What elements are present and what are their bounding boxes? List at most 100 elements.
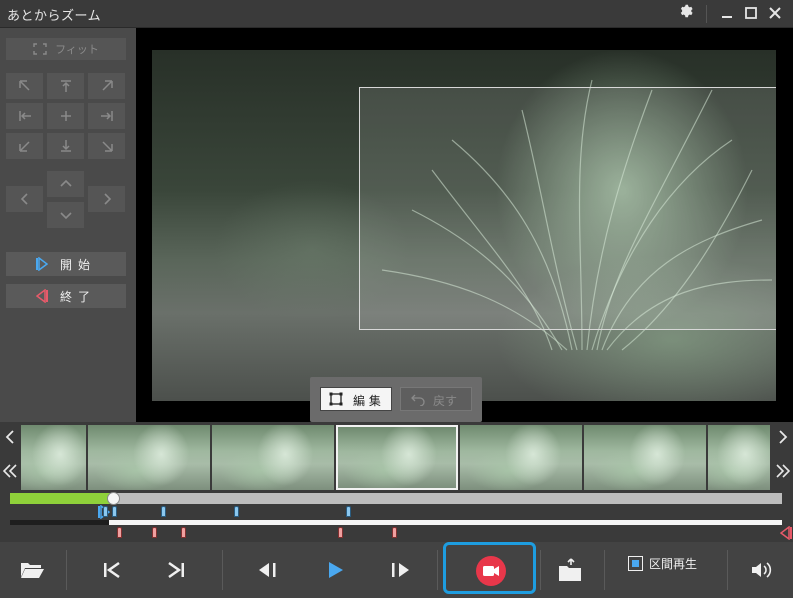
keyframe-marker-red[interactable] xyxy=(392,527,397,538)
align-bottom-left-icon xyxy=(18,141,30,152)
previous-frame-icon xyxy=(259,563,276,577)
filmstrip-thumbnail[interactable] xyxy=(21,425,86,490)
chevron-left-icon xyxy=(20,193,28,205)
filmstrip-thumbnail[interactable] xyxy=(212,425,334,490)
volume-icon xyxy=(752,562,772,578)
chevron-down-icon xyxy=(59,212,72,220)
previous-frame-button[interactable] xyxy=(250,552,286,588)
zoom-control-panel: フィット 開始 終了 xyxy=(0,28,136,422)
align-left-button[interactable] xyxy=(6,103,43,129)
skip-to-start-button[interactable] xyxy=(94,552,130,588)
keyframe-marker-red[interactable] xyxy=(338,527,343,538)
export-button[interactable] xyxy=(552,552,588,588)
end-point-icon[interactable] xyxy=(780,526,792,540)
bottom-toolbar: 区間再生 xyxy=(0,542,793,598)
end-button[interactable]: 終了 xyxy=(6,284,126,308)
zoom-area-frame[interactable] xyxy=(359,87,776,330)
keyframe-marker-blue[interactable] xyxy=(112,506,117,517)
record-button[interactable] xyxy=(476,556,506,586)
filmstrip-thumbnail[interactable] xyxy=(460,425,582,490)
video-preview-area xyxy=(136,28,793,422)
align-bottom-button[interactable] xyxy=(47,133,84,159)
playback-position-track[interactable] xyxy=(10,492,782,505)
toolbar-separator xyxy=(222,550,223,590)
chevron-left-icon xyxy=(5,430,14,444)
folder-export-icon xyxy=(559,558,581,581)
undo-label: 戻す xyxy=(433,394,458,408)
filmstrip xyxy=(0,422,793,492)
filmstrip-thumbnail[interactable] xyxy=(584,425,706,490)
filmstrip-next-button[interactable] xyxy=(773,424,793,454)
video-frame xyxy=(152,50,776,401)
align-right-button[interactable] xyxy=(88,103,125,129)
start-button[interactable]: 開始 xyxy=(6,252,126,276)
chevron-up-icon xyxy=(59,179,72,187)
interval-play-checkbox[interactable] xyxy=(628,556,643,571)
move-down-button[interactable] xyxy=(47,202,84,228)
filmstrip-thumbnail-selected[interactable] xyxy=(336,425,458,490)
zoom-range-fill xyxy=(109,520,782,525)
start-label: 開始 xyxy=(60,258,97,272)
end-marker-icon xyxy=(36,289,48,303)
maximize-icon[interactable] xyxy=(740,3,762,25)
keyframe-marker-red[interactable] xyxy=(181,527,186,538)
move-right-button[interactable] xyxy=(88,186,125,212)
filmstrip-prev-button[interactable] xyxy=(0,424,20,454)
filmstrip-first-button[interactable] xyxy=(0,458,20,488)
align-bottom-left-button[interactable] xyxy=(6,133,43,159)
open-file-button[interactable] xyxy=(14,552,50,588)
align-top-right-button[interactable] xyxy=(88,73,125,99)
edit-label: 編 集 xyxy=(353,394,381,408)
skip-to-end-icon xyxy=(168,561,184,579)
filmstrip-thumbnail[interactable] xyxy=(88,425,210,490)
fit-label: フィット xyxy=(55,43,99,56)
filmstrip-last-button[interactable] xyxy=(773,458,793,488)
double-chevron-left-icon xyxy=(2,464,17,478)
skip-to-start-icon xyxy=(104,561,120,579)
keyframe-marker-blue[interactable] xyxy=(346,506,351,517)
align-bottom-icon xyxy=(60,140,71,152)
video-camera-icon xyxy=(483,566,499,576)
align-top-left-icon xyxy=(18,80,30,91)
volume-button[interactable] xyxy=(744,552,780,588)
title-separator xyxy=(706,5,707,23)
center-button[interactable] xyxy=(47,103,84,129)
double-chevron-right-icon xyxy=(776,464,791,478)
toolbar-separator xyxy=(727,550,728,590)
undo-button[interactable]: 戻す xyxy=(400,387,472,411)
next-frame-button[interactable] xyxy=(382,552,418,588)
next-frame-icon xyxy=(392,563,409,577)
folder-open-icon xyxy=(21,563,44,578)
align-bottom-right-button[interactable] xyxy=(88,133,125,159)
zoom-range-track[interactable] xyxy=(10,520,782,525)
keyframe-marker-blue[interactable] xyxy=(234,506,239,517)
gear-icon[interactable] xyxy=(674,3,696,25)
end-marker-row xyxy=(10,526,792,540)
skip-to-end-button[interactable] xyxy=(158,552,194,588)
align-right-icon xyxy=(100,111,113,121)
play-button[interactable] xyxy=(318,552,354,588)
chevron-right-icon xyxy=(103,193,111,205)
keyframe-marker-red[interactable] xyxy=(117,527,122,538)
edit-toolbar: 編 集 戻す xyxy=(310,377,482,422)
minimize-icon[interactable] xyxy=(716,3,738,25)
fit-button[interactable]: フィット xyxy=(6,38,126,60)
toolbar-separator xyxy=(604,550,605,590)
move-up-button[interactable] xyxy=(47,171,84,197)
playhead-handle[interactable] xyxy=(107,492,120,505)
toolbar-separator xyxy=(540,550,541,590)
filmstrip-thumbnail[interactable] xyxy=(708,425,770,490)
edit-button[interactable]: 編 集 xyxy=(320,387,392,411)
align-top-left-button[interactable] xyxy=(6,73,43,99)
chevron-right-icon xyxy=(779,430,788,444)
keyframe-marker-blue[interactable] xyxy=(103,506,108,517)
play-icon xyxy=(329,562,343,578)
move-left-button[interactable] xyxy=(6,186,43,212)
app-title: あとからズーム xyxy=(7,9,102,24)
keyframe-marker-blue[interactable] xyxy=(161,506,166,517)
align-top-icon xyxy=(60,80,71,92)
keyframe-marker-red[interactable] xyxy=(152,527,157,538)
interval-play-toggle[interactable]: 区間再生 xyxy=(628,555,697,572)
close-icon[interactable] xyxy=(764,3,786,25)
align-top-button[interactable] xyxy=(47,73,84,99)
